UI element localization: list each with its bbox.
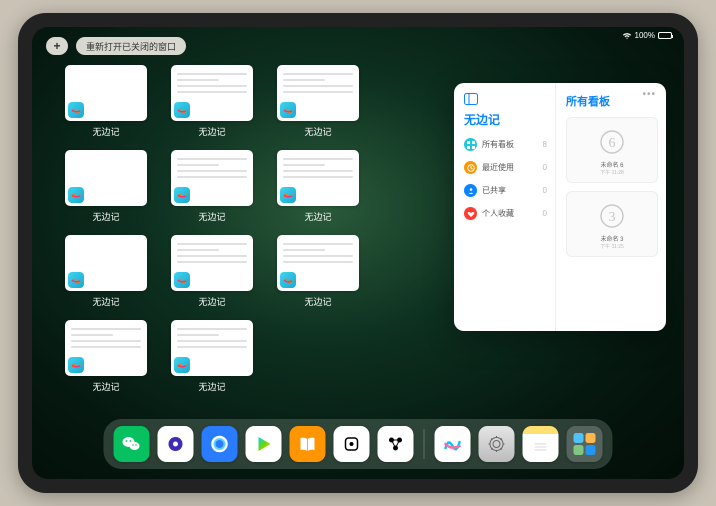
freeform-popover: ••• 无边记 所有看板 8 最近使用 0 已共享 0	[454, 83, 666, 331]
sidebar-item-favorites[interactable]: 个人收藏 0	[464, 207, 547, 220]
window-card[interactable]: 无边记	[60, 320, 152, 393]
window-card[interactable]: 无边记	[166, 320, 258, 393]
freeform-icon	[68, 187, 84, 203]
freeform-icon	[68, 272, 84, 288]
window-card[interactable]: 无边记	[272, 235, 364, 308]
board-card[interactable]: 6 未命名 6下午 11:28	[566, 117, 658, 183]
ipad-frame: 100% + 重新打开已关闭的窗口 无边记 无边记 无边记 无边记 无边记 无边…	[18, 13, 698, 493]
heart-icon	[464, 207, 477, 220]
freeform-icon	[68, 357, 84, 373]
more-icon[interactable]: •••	[642, 89, 656, 100]
status-bar: 100%	[622, 31, 672, 40]
window-label: 无边记	[304, 210, 331, 223]
freeform-icon	[174, 272, 190, 288]
window-label: 无边记	[92, 125, 119, 138]
window-label: 无边记	[92, 210, 119, 223]
dock-app-graph[interactable]	[378, 426, 414, 462]
dock-app-wechat[interactable]	[114, 426, 150, 462]
reopen-closed-window-button[interactable]: 重新打开已关闭的窗口	[76, 37, 186, 55]
sidebar-item-label: 最近使用	[482, 162, 538, 173]
window-label: 无边记	[198, 125, 225, 138]
sidebar-item-all-boards[interactable]: 所有看板 8	[464, 138, 547, 151]
dock-app-settings[interactable]	[479, 426, 515, 462]
window-label: 无边记	[198, 380, 225, 393]
sidebar-item-label: 所有看板	[482, 139, 538, 150]
freeform-icon	[280, 187, 296, 203]
popover-content: 所有看板 6 未命名 6下午 11:28 3 未命名 3下午 11:25	[556, 83, 666, 331]
dock-app-freeform[interactable]	[435, 426, 471, 462]
sidebar-item-count: 0	[543, 163, 547, 172]
freeform-icon	[68, 102, 84, 118]
clock-icon	[464, 161, 477, 174]
freeform-icon	[280, 102, 296, 118]
sidebar-item-label: 已共享	[482, 185, 538, 196]
dock-separator	[424, 429, 425, 459]
grid-icon	[464, 138, 477, 151]
window-label: 无边记	[92, 295, 119, 308]
board-thumbnail: 6	[594, 124, 630, 160]
window-card[interactable]: 无边记	[272, 150, 364, 223]
svg-text:6: 6	[609, 136, 616, 151]
dock	[104, 419, 613, 469]
sidebar-item-shared[interactable]: 已共享 0	[464, 184, 547, 197]
dock-app-quark[interactable]	[158, 426, 194, 462]
dock-app-notes[interactable]	[523, 426, 559, 462]
window-label: 无边记	[304, 295, 331, 308]
dock-app-library[interactable]	[567, 426, 603, 462]
window-card[interactable]: 无边记	[166, 235, 258, 308]
popover-title: 无边记	[464, 111, 547, 128]
window-card[interactable]: 无边记	[60, 65, 152, 138]
board-time: 下午 11:28	[600, 170, 624, 176]
freeform-icon	[174, 357, 190, 373]
board-thumbnail: 3	[594, 198, 630, 234]
topbar: + 重新打开已关闭的窗口	[46, 37, 186, 55]
sidebar-item-recent[interactable]: 最近使用 0	[464, 161, 547, 174]
screen: 100% + 重新打开已关闭的窗口 无边记 无边记 无边记 无边记 无边记 无边…	[32, 27, 684, 479]
app-switcher-grid: 无边记 无边记 无边记 无边记 无边记 无边记 无边记 无边记 无边记 无边记 …	[60, 65, 364, 393]
wifi-icon	[622, 32, 632, 40]
window-label: 无边记	[198, 295, 225, 308]
window-card[interactable]: 无边记	[60, 235, 152, 308]
window-card[interactable]: 无边记	[60, 150, 152, 223]
freeform-icon	[174, 187, 190, 203]
new-window-button[interactable]: +	[46, 37, 68, 55]
window-card[interactable]: 无边记	[166, 150, 258, 223]
battery-icon	[658, 32, 672, 39]
freeform-icon	[280, 272, 296, 288]
battery-pct: 100%	[635, 31, 655, 40]
freeform-icon	[174, 102, 190, 118]
board-card[interactable]: 3 未命名 3下午 11:25	[566, 191, 658, 257]
people-icon	[464, 184, 477, 197]
board-time: 下午 11:25	[600, 244, 624, 250]
window-label: 无边记	[304, 125, 331, 138]
sidebar-item-label: 个人收藏	[482, 208, 538, 219]
sidebar-item-count: 8	[543, 140, 547, 149]
svg-text:3: 3	[609, 210, 616, 225]
window-label: 无边记	[198, 210, 225, 223]
sidebar-icon	[464, 93, 478, 105]
dock-app-dice[interactable]	[334, 426, 370, 462]
sidebar-item-count: 0	[543, 186, 547, 195]
window-card[interactable]: 无边记	[166, 65, 258, 138]
sidebar-item-count: 0	[543, 209, 547, 218]
dock-app-books[interactable]	[290, 426, 326, 462]
window-label: 无边记	[92, 380, 119, 393]
popover-sidebar: 无边记 所有看板 8 最近使用 0 已共享 0	[454, 83, 556, 331]
dock-app-play[interactable]	[246, 426, 282, 462]
window-card[interactable]: 无边记	[272, 65, 364, 138]
dock-app-qqbrowser[interactable]	[202, 426, 238, 462]
